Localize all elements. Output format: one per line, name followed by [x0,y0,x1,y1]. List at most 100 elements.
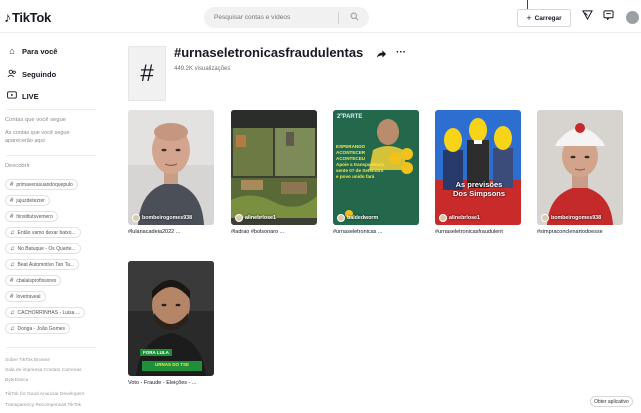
author-avatar [337,214,345,222]
view-count: 449.2K visualizações [174,66,231,72]
chip-label: Beat Automotivo Tan Ta... [17,261,75,268]
video-card[interactable]: alinebrlose1 #ladrao #bolsonaro ... [231,110,317,235]
following-accounts-title: Contas que você segue [5,117,66,123]
video-card[interactable]: FORA LULA URNAS DO TSE Voto - Fraude - E… [128,261,214,386]
sidebar-item-label: Seguindo [22,70,57,79]
chip-label: jujuzdetezrer [16,197,45,204]
hashtag-icon: # [128,46,166,101]
chip-label: Donga - João Gomes [17,325,66,332]
video-card[interactable]: As previsões Dos Simpsons alinebrlose1 #… [435,110,521,235]
chip-label: CACHORRINHAS - Luisa ... [17,309,81,316]
discover-chip[interactable]: # cbalaisprofissores [5,275,62,286]
upload-label: Carregar [534,14,562,22]
discover-chip[interactable]: ♫ CACHORRINHAS - Luisa ... [5,307,86,318]
footer-link[interactable]: Sala de imprensa Contato Carreiras [5,367,100,374]
search-icon[interactable] [339,12,369,23]
video-author: alinebrlose1 [439,214,480,222]
sidebar-divider [6,347,96,348]
hashtag-icon: # [10,277,14,284]
music-icon: ♫ [10,245,15,252]
author-name: bombeirogomes938 [551,215,602,221]
author-avatar [132,214,140,222]
sidebar-item-label: Para você [22,46,58,56]
tiktok-hashtag-page: ♪ TikTok + Carregar ⌂ Para você [0,0,641,413]
video-thumbnail[interactable]: FORA LULA URNAS DO TSE [128,261,214,376]
discover-chip[interactable]: # jujuzdetezrer [5,195,50,206]
thumb-banner: FORA LULA [140,349,172,356]
live-icon [6,91,18,101]
author-avatar [541,214,549,222]
search-bar [204,7,369,28]
discover-chip[interactable]: # lovetraveal [5,291,46,302]
video-thumbnail[interactable]: bombeirogomes938 [128,110,214,225]
tiktok-logo[interactable]: ♪ TikTok [4,9,51,25]
music-icon: ♫ [10,325,15,332]
plus-icon: + [526,13,532,23]
logo-text: TikTok [12,9,51,25]
video-card[interactable]: bombeirogomes938 #simpraconclenartodoess… [537,110,623,235]
sidebar-item-live[interactable]: LIVE [6,91,39,101]
author-name: alinebrlose1 [449,215,480,221]
send-icon[interactable] [582,10,593,23]
footer-link[interactable]: Transparency Recompensas TikTok [5,402,100,409]
discover-chip[interactable]: ♫ Então vamo dexar baixo... [5,227,81,238]
video-thumbnail[interactable]: alinebrlose1 [231,110,317,225]
sidebar-divider [6,155,96,156]
hashtag-icon: # [10,293,14,300]
video-caption[interactable]: #ladrao #bolsonaro ... [231,229,317,235]
video-author: bombeirogomes938 [132,214,192,222]
video-caption[interactable]: #urnaseletronicasfraudulent [435,229,521,235]
inbox-icon[interactable] [603,10,614,23]
hashtag-icon: # [10,197,14,204]
author-avatar [439,214,447,222]
chip-label: hinstitutsvemero [16,213,53,220]
discover-title: Descobrir [5,163,30,169]
footer-link[interactable]: Sobre TikTok Browse [5,357,100,364]
author-name: bombeirogomes938 [142,215,193,221]
sidebar-divider [6,109,96,110]
music-icon: ♫ [10,261,15,268]
video-thumbnail[interactable]: As previsões Dos Simpsons alinebrlose1 [435,110,521,225]
following-accounts-hint: As contas que você segue aparecerão aqui [5,130,70,144]
sidebar-item-for-you[interactable]: ⌂ Para você [6,46,57,56]
search-input[interactable] [204,14,338,21]
more-icon[interactable]: ··· [396,47,406,58]
discover-chip[interactable]: ♫ No Batuque - Os Quarte... [5,243,81,254]
footer-link[interactable]: ByteDance [5,377,100,384]
hashtag-icon: # [10,213,14,220]
upload-button[interactable]: + Carregar [517,9,571,27]
page-title: #urnaseletronicasfraudulentas [174,45,364,60]
author-name: alinebrlose1 [245,215,276,221]
video-card[interactable]: 2ºPARTE ESPERANDO ACONTECER ACONTECEU Ap… [333,110,419,235]
video-caption[interactable]: Voto - Fraude - Eleições - ... [128,380,214,386]
video-thumbnail[interactable]: 2ºPARTE ESPERANDO ACONTECER ACONTECEU Ap… [333,110,419,225]
chip-label: cbalaisprofissores [16,277,57,284]
tiktok-note-icon: ♪ [4,9,11,25]
author-name: baldedworm [347,215,379,221]
video-caption[interactable]: #lulanacadeia2022 ... [128,229,214,235]
share-icon[interactable] [376,49,387,62]
footer-link[interactable]: TikTok for Good Anunciar Developers [5,391,100,398]
discover-chip[interactable]: ♫ Donga - João Gomes [5,323,71,334]
chip-label: Então vamo dexar baixo... [17,229,76,236]
video-author: alinebrlose1 [235,214,276,222]
sidebar-item-label: LIVE [22,91,39,101]
chip-label: primaverasuandoquepulo [16,181,73,188]
profile-avatar[interactable] [626,11,639,24]
hashtag-icon: # [10,181,14,188]
discover-chip[interactable]: ♫ Beat Automotivo Tan Ta... [5,259,80,270]
discover-chip[interactable]: # primaverasuandoquepulo [5,179,78,190]
video-caption[interactable]: #urnaseletronicas ... [333,229,419,235]
music-icon: ♫ [10,309,15,316]
thumb-overlay-text: URNAS DO TSE [154,362,189,367]
following-icon [6,69,18,80]
video-thumbnail[interactable]: bombeirogomes938 [537,110,623,225]
get-app-button[interactable]: Obter aplicativo [590,396,633,407]
sidebar-item-following[interactable]: Seguindo [6,69,56,80]
video-card[interactable]: bombeirogomes938 #lulanacadeia2022 ... [128,110,214,235]
video-caption[interactable]: #simpraconclenartodoesse [537,229,623,235]
music-icon: ♫ [10,229,15,236]
discover-chip[interactable]: # hinstitutsvemero [5,211,58,222]
chip-label: No Batuque - Os Quarte... [17,245,76,252]
thumb-tag: 2ºPARTE [337,114,363,120]
